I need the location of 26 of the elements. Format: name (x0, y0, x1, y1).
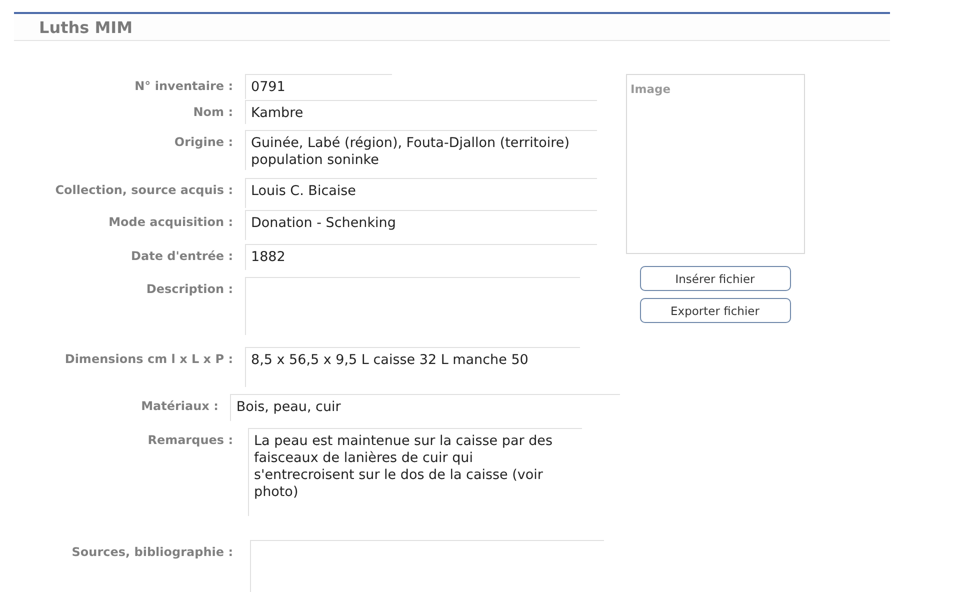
field-label: Date d'entrée : (130, 248, 233, 263)
input-field[interactable]: Louis C. Bicaise (245, 178, 597, 208)
field-label: Nom : (192, 104, 233, 119)
input-field[interactable] (245, 277, 580, 335)
input-field[interactable]: Kambre (245, 100, 597, 124)
input-field[interactable]: Guinée, Labé (région), Fouta-Djallon (territoire) population soninke (245, 130, 597, 170)
input-field[interactable]: 1882 (245, 244, 597, 270)
input-field[interactable]: 8,5 x 56,5 x 9,5 L caisse 32 L manche 50 (245, 347, 580, 387)
input-field[interactable]: 0791 (245, 74, 392, 99)
field-label: Remarques : (146, 432, 233, 447)
page-title: Luths MIM (39, 18, 133, 36)
field-label: Sources, bibliographie : (70, 544, 233, 559)
field-label: Dimensions cm l x L x P : (64, 351, 233, 366)
input-field[interactable]: La peau est maintenue sur la caisse par des faisceaux de lanières de cuir qui s'entrecroisent sur le dos de la caisse (voir photo) (248, 428, 582, 516)
file-button[interactable]: Insérer fichier (640, 266, 790, 291)
input-field[interactable]: Donation - Schenking (245, 210, 597, 240)
field-label: Description : (145, 281, 233, 296)
field-label: Collection, source acquis : (54, 182, 233, 197)
field-label: Matériaux : (140, 398, 218, 413)
file-button[interactable]: Exporter fichier (640, 298, 790, 323)
image-label: Image (630, 82, 671, 96)
input-field[interactable] (250, 540, 604, 592)
field-label: Origine : (173, 134, 233, 149)
input-field[interactable]: Bois, peau, cuir (230, 394, 620, 421)
field-label: N° inventaire : (134, 78, 233, 93)
field-label: Mode acquisition : (108, 214, 233, 229)
